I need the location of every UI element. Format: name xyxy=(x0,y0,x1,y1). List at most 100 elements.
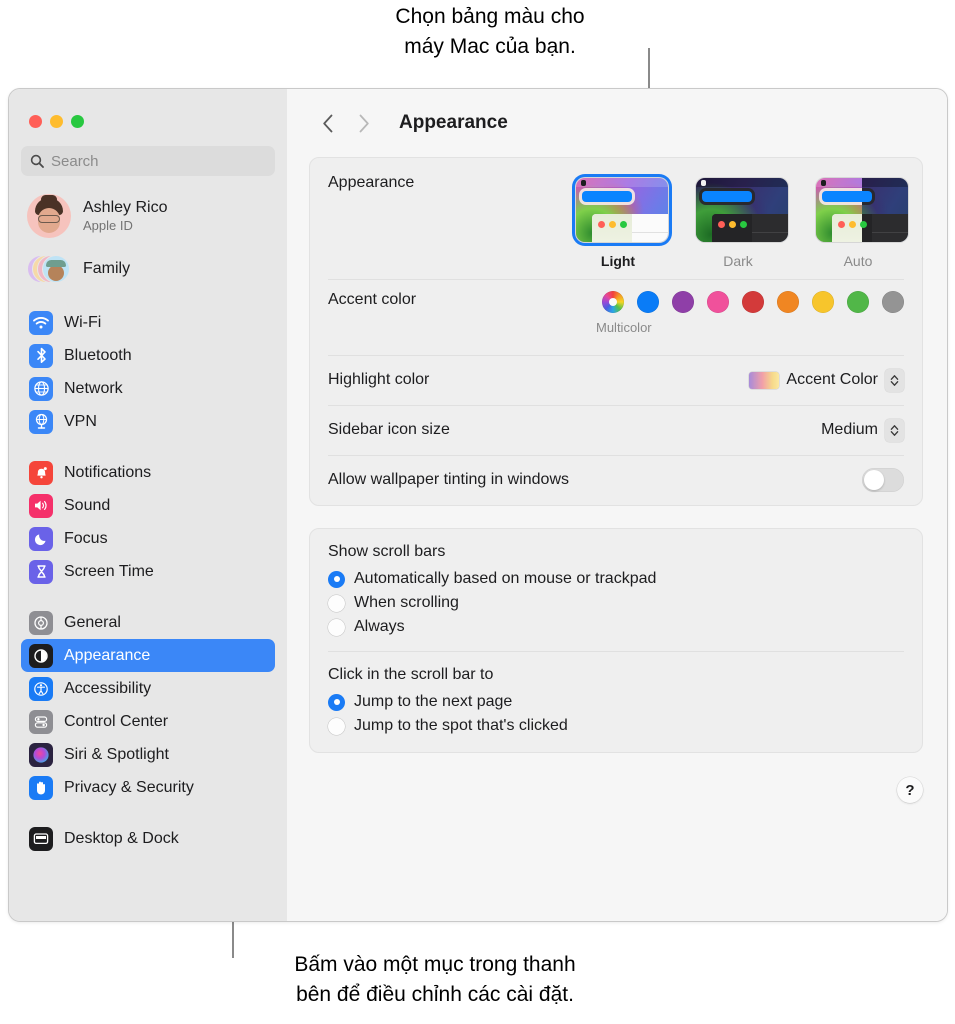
highlight-color-popup[interactable]: Accent Color xyxy=(749,368,904,392)
sidebar-item-appearance[interactable]: Appearance xyxy=(21,639,275,672)
sidebar-item-focus[interactable]: Focus xyxy=(21,522,275,555)
sidebar-item-label: VPN xyxy=(64,412,97,430)
sidebar-item-notifications[interactable]: Notifications xyxy=(21,456,275,489)
sidebar-item-network[interactable]: Network xyxy=(21,372,275,405)
gear-icon xyxy=(29,610,53,635)
sidebar-item-screen-time[interactable]: Screen Time xyxy=(21,555,275,588)
appearance-row: Appearance Light Dark Auto xyxy=(310,158,922,279)
accessibility-icon xyxy=(29,676,53,701)
account-name: Ashley Rico xyxy=(83,199,168,216)
sidebar-item-general[interactable]: General xyxy=(21,606,275,639)
help-button[interactable]: ? xyxy=(897,777,923,803)
sidebar-item-label: Privacy & Security xyxy=(64,778,194,796)
back-button[interactable] xyxy=(313,108,343,138)
appearance-icon xyxy=(29,643,53,668)
sidebar-group-network: Wi-Fi Bluetooth Network VPN xyxy=(9,306,287,438)
radio-button xyxy=(328,594,345,612)
appearance-settings-card: Appearance Light Dark Auto Accent color … xyxy=(309,157,923,506)
wallpaper-tinting-toggle[interactable] xyxy=(862,468,904,492)
radio-jump-next-page[interactable]: Jump to the next page xyxy=(310,690,922,714)
sidebar-item-bluetooth[interactable]: Bluetooth xyxy=(21,339,275,372)
accent-swatch-graphite[interactable] xyxy=(882,291,904,313)
accent-swatch-multicolor[interactable] xyxy=(602,291,624,313)
radio-show-scroll-automatic[interactable]: Automatically based on mouse or trackpad xyxy=(310,567,922,591)
appearance-option-light[interactable]: Light xyxy=(572,174,668,269)
radio-button xyxy=(328,693,345,711)
highlight-color-swatch xyxy=(749,371,780,389)
accent-swatch-yellow[interactable] xyxy=(812,291,834,313)
sidebar-item-label: Notifications xyxy=(64,463,152,481)
accent-color-caption: Multicolor xyxy=(596,320,652,335)
accent-color-label: Accent color xyxy=(328,291,417,308)
annotation-bottom: Bấm vào một mục trong thanh bên để điều … xyxy=(294,953,576,1006)
wifi-icon xyxy=(29,310,53,335)
siri-icon xyxy=(29,742,53,767)
sidebar-icon-size-row: Sidebar icon size Medium xyxy=(310,405,922,455)
radio-show-scroll-always[interactable]: Always xyxy=(310,615,922,639)
click-scroll-bar-title: Click in the scroll bar to xyxy=(328,666,494,683)
bell-icon xyxy=(29,460,53,485)
sidebar-item-control-center[interactable]: Control Center xyxy=(21,705,275,738)
accent-swatch-purple[interactable] xyxy=(672,291,694,313)
vpn-icon xyxy=(29,409,53,434)
sidebar-item-label: Desktop & Dock xyxy=(64,829,179,847)
sidebar-group-desktop: Desktop & Dock xyxy=(9,822,287,855)
radio-label: When scrolling xyxy=(354,594,459,611)
sidebar-item-label: General xyxy=(64,613,121,631)
wallpaper-tinting-label: Allow wallpaper tinting in windows xyxy=(328,471,570,488)
sidebar-item-label: Bluetooth xyxy=(64,346,132,364)
appearance-label: Appearance xyxy=(328,174,415,191)
appearance-option-dark[interactable]: Dark xyxy=(692,174,788,269)
sidebar-item-vpn[interactable]: VPN xyxy=(21,405,275,438)
accent-swatch-red[interactable] xyxy=(742,291,764,313)
search-icon xyxy=(30,154,44,168)
sidebar-icon-size-popup[interactable]: Medium xyxy=(821,418,904,442)
sidebar-icon-size-label: Sidebar icon size xyxy=(328,421,450,438)
page-title: Appearance xyxy=(399,112,508,133)
zoom-button[interactable] xyxy=(71,115,84,128)
dark-theme-thumbnail xyxy=(696,178,788,242)
sidebar-item-siri-spotlight[interactable]: Siri & Spotlight xyxy=(21,738,275,771)
system-settings-window: Search Ashley Rico Apple ID Family Wi-Fi… xyxy=(8,88,948,922)
sidebar-item-label: Siri & Spotlight xyxy=(64,745,169,763)
sidebar-icon-size-value: Medium xyxy=(821,421,878,438)
accent-swatch-pink[interactable] xyxy=(707,291,729,313)
minimize-button[interactable] xyxy=(50,115,63,128)
radio-jump-to-spot[interactable]: Jump to the spot that's clicked xyxy=(310,714,922,738)
bluetooth-icon xyxy=(29,343,53,368)
sidebar-item-label: Focus xyxy=(64,529,108,547)
divider xyxy=(328,651,904,652)
radio-show-scroll-when-scrolling[interactable]: When scrolling xyxy=(310,591,922,615)
appearance-options: Light Dark Auto xyxy=(572,174,908,269)
accent-swatch-blue[interactable] xyxy=(637,291,659,313)
radio-label: Jump to the spot that's clicked xyxy=(354,717,568,734)
sidebar: Search Ashley Rico Apple ID Family Wi-Fi… xyxy=(9,89,287,921)
radio-button xyxy=(328,717,345,735)
close-button[interactable] xyxy=(29,115,42,128)
forward-button[interactable] xyxy=(349,108,379,138)
hand-icon xyxy=(29,775,53,800)
apple-id-row[interactable]: Ashley Rico Apple ID xyxy=(21,190,275,242)
account-subtitle: Apple ID xyxy=(83,218,133,233)
accent-swatch-green[interactable] xyxy=(847,291,869,313)
screenshot-root: Chọn bảng màu cho máy Mac của bạn. Bấm v… xyxy=(0,0,955,1024)
sidebar-item-desktop-dock[interactable]: Desktop & Dock xyxy=(21,822,275,855)
scroll-bar-settings-card: Show scroll bars Automatically based on … xyxy=(309,528,923,753)
appearance-option-label: Auto xyxy=(843,253,873,269)
accent-color-row: Accent color Multicolor xyxy=(310,279,922,355)
sidebar-item-wi-fi[interactable]: Wi-Fi xyxy=(21,306,275,339)
radio-button xyxy=(328,618,345,636)
sidebar-item-sound[interactable]: Sound xyxy=(21,489,275,522)
detail-pane: Appearance Appearance Light Dark Auto Ac… xyxy=(287,89,947,921)
search-field[interactable]: Search xyxy=(21,146,275,176)
sidebar-group-alerts: Notifications Sound Focus Screen Time xyxy=(9,456,287,588)
appearance-option-label: Dark xyxy=(723,253,753,269)
sidebar-item-label: Screen Time xyxy=(64,562,154,580)
sidebar-item-label: Sound xyxy=(64,496,111,514)
desktop-dock-icon xyxy=(29,826,53,851)
sidebar-item-privacy-security[interactable]: Privacy & Security xyxy=(21,771,275,804)
sidebar-item-accessibility[interactable]: Accessibility xyxy=(21,672,275,705)
accent-swatch-orange[interactable] xyxy=(777,291,799,313)
sidebar-item-family[interactable]: Family xyxy=(21,248,275,290)
appearance-option-auto[interactable]: Auto xyxy=(812,174,908,269)
